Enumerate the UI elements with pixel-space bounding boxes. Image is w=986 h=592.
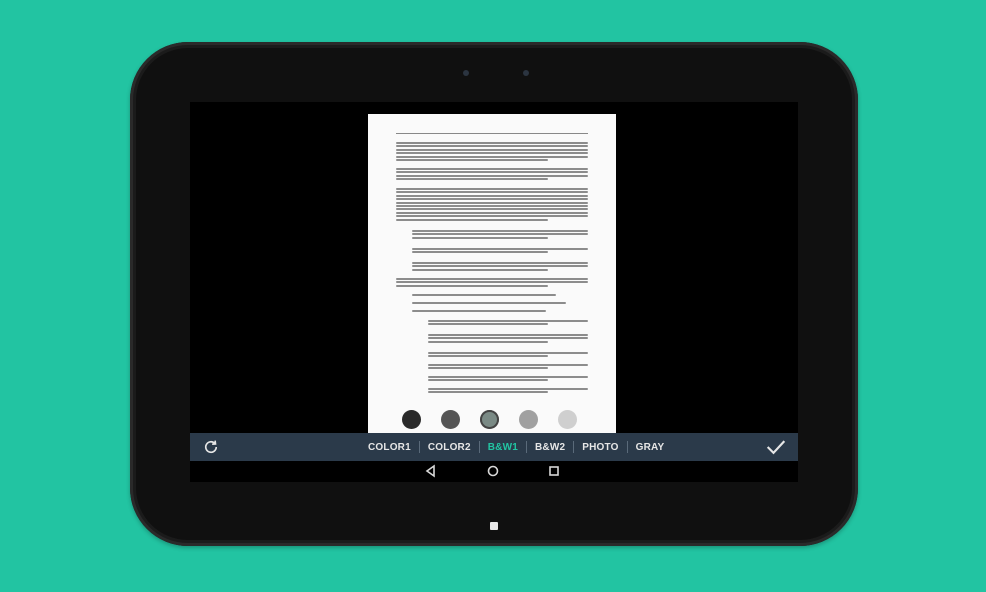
text-line (396, 194, 588, 197)
text-line (428, 337, 588, 340)
tab-gray[interactable]: GRAY (628, 442, 673, 453)
text-line (396, 148, 588, 151)
text-line (412, 268, 548, 271)
text-line (428, 364, 588, 366)
text-line (428, 391, 548, 394)
swatch-black[interactable] (402, 410, 421, 429)
text-line (428, 323, 548, 326)
swatch-dark-gray[interactable] (441, 410, 460, 429)
text-line (396, 171, 588, 174)
home-circle-icon[interactable] (486, 464, 500, 478)
text-line (396, 218, 548, 221)
swatch-selected[interactable] (480, 410, 499, 429)
system-navigation-bar (190, 461, 798, 482)
text-line (428, 340, 548, 343)
tab-bw1[interactable]: B&W1 (480, 442, 526, 453)
text-line (412, 262, 588, 264)
swatch-gray[interactable] (519, 410, 538, 429)
text-line (412, 265, 588, 268)
text-line (396, 278, 588, 280)
device-home-dot (490, 522, 498, 530)
filter-toolbar: COLOR1 COLOR2 B&W1 B&W2 PHOTO GRAY (190, 433, 798, 461)
scanned-document-preview (368, 114, 616, 446)
text-line (396, 211, 588, 214)
tab-bw2[interactable]: B&W2 (527, 442, 573, 453)
text-line (396, 168, 588, 170)
tab-photo[interactable]: PHOTO (574, 442, 626, 453)
tablet-device: COLOR1 COLOR2 B&W1 B&W2 PHOTO GRAY (130, 42, 858, 546)
text-line (396, 145, 588, 148)
text-line (396, 155, 588, 158)
text-line (396, 152, 588, 155)
front-camera (463, 70, 469, 76)
tab-color2[interactable]: COLOR2 (420, 442, 479, 453)
text-line (396, 188, 588, 190)
checkmark-icon[interactable] (766, 438, 786, 456)
text-line (428, 334, 588, 336)
text-line (428, 388, 588, 390)
text-line (428, 376, 588, 378)
text-line (396, 198, 588, 201)
text-line (428, 379, 548, 382)
text-line (428, 320, 588, 322)
text-line (396, 178, 548, 181)
back-triangle-icon[interactable] (424, 464, 438, 478)
swatch-light-gray[interactable] (558, 410, 577, 429)
text-line (412, 251, 548, 254)
text-line (396, 215, 588, 218)
text-line (396, 191, 588, 194)
tab-color1[interactable]: COLOR1 (360, 442, 419, 453)
text-line (412, 302, 566, 304)
text-line (412, 230, 588, 232)
recents-square-icon[interactable] (547, 464, 561, 478)
front-sensor (523, 70, 529, 76)
text-line (412, 236, 548, 239)
text-line (396, 284, 548, 287)
text-line (396, 205, 588, 207)
text-line (396, 142, 588, 144)
text-line (412, 248, 588, 250)
text-line (428, 355, 548, 358)
text-line (428, 367, 548, 370)
rotate-icon[interactable] (202, 438, 220, 456)
text-line (396, 201, 588, 204)
text-line (396, 159, 548, 161)
text-line (412, 310, 546, 312)
filter-tabs: COLOR1 COLOR2 B&W1 B&W2 PHOTO GRAY (360, 433, 672, 461)
text-line (396, 208, 588, 211)
text-line (428, 352, 588, 354)
text-line (396, 174, 588, 177)
filter-swatch-row (402, 410, 582, 430)
text-line (412, 294, 556, 296)
text-line (412, 233, 588, 236)
document-header-rule (396, 127, 588, 134)
device-screen: COLOR1 COLOR2 B&W1 B&W2 PHOTO GRAY (190, 102, 798, 482)
text-line (396, 281, 588, 284)
